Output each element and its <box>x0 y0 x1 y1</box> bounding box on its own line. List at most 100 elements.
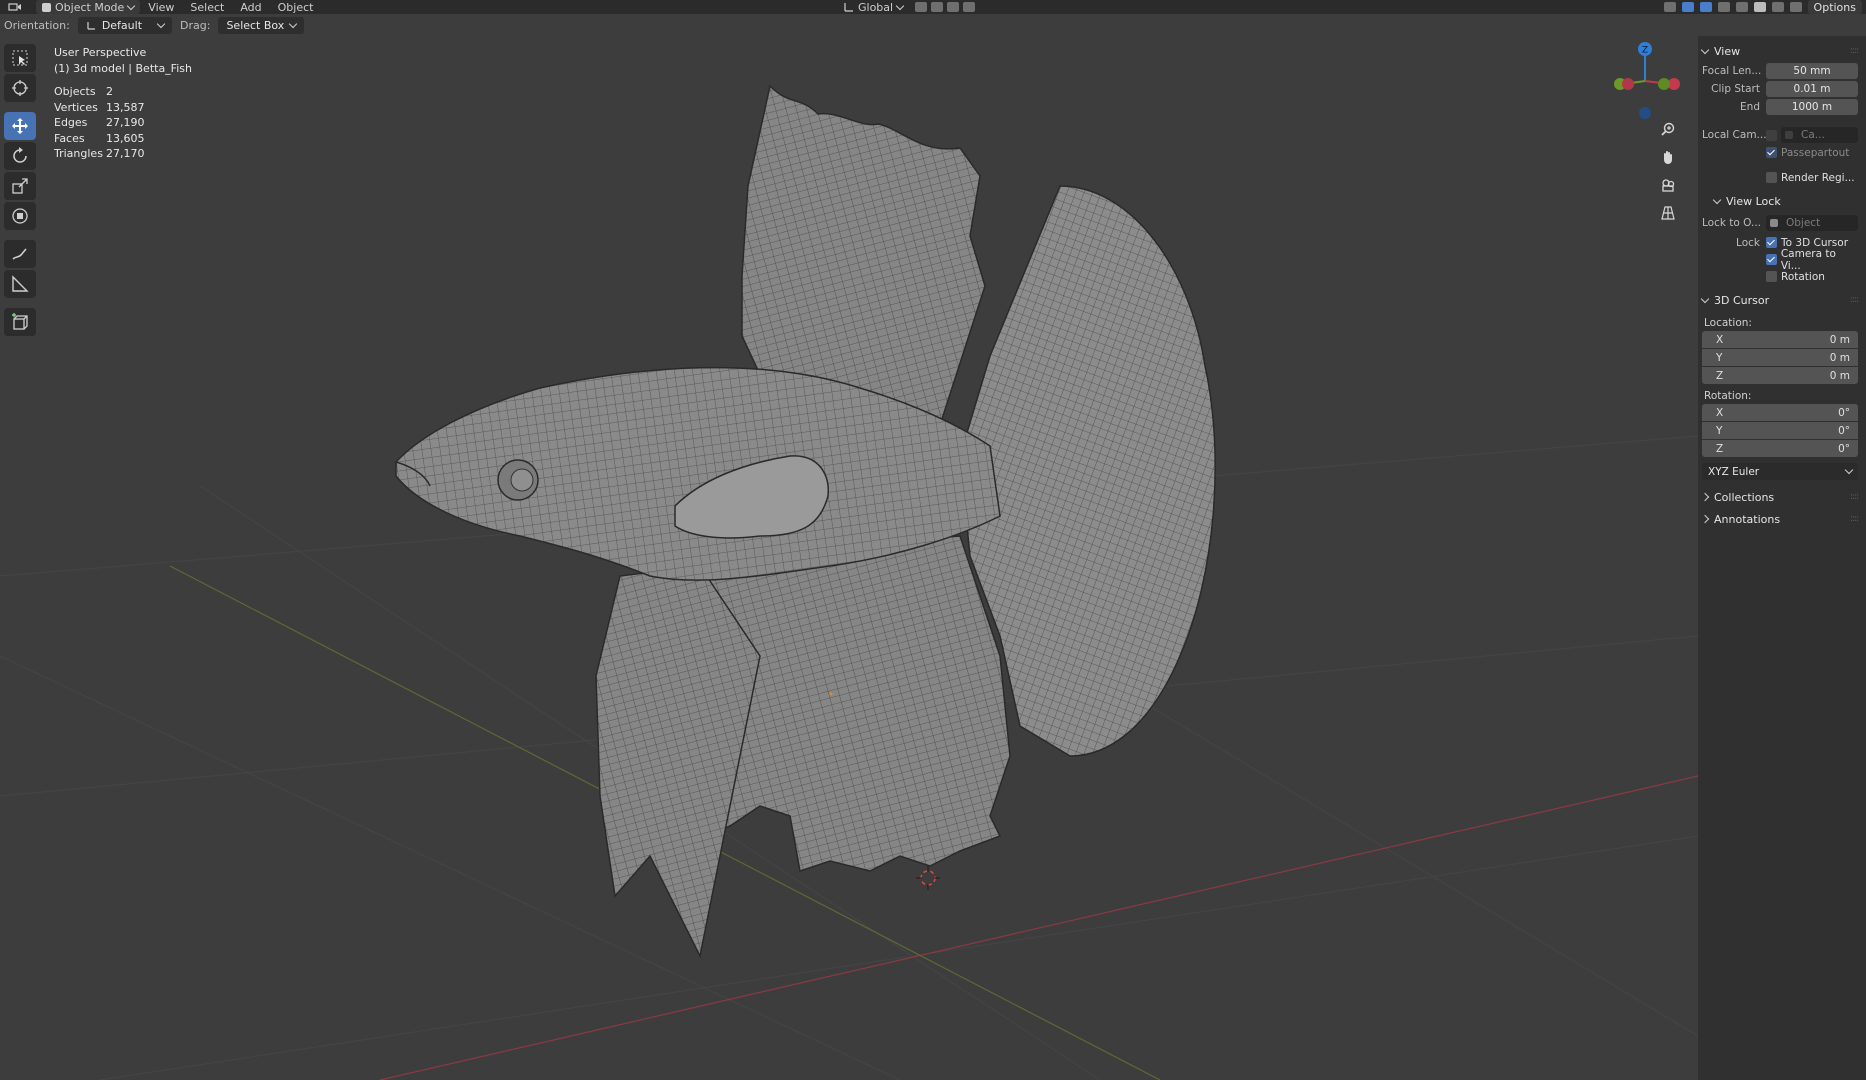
local-camera-row: Local Cam... Ca... <box>1702 126 1858 144</box>
visibility-icon[interactable] <box>1663 2 1676 12</box>
stat-value: 27,170 <box>106 147 145 160</box>
gizmo-toggle-icon[interactable] <box>1681 2 1694 12</box>
sidebar-n-panel: View :::: Focal Len... 50 mm Clip Start … <box>1698 36 1866 1080</box>
camera-to-view-row[interactable]: Camera to Vi... <box>1702 248 1858 272</box>
zoom-icon <box>1661 122 1675 136</box>
perspective-toggle-button[interactable] <box>1656 202 1680 224</box>
scale-tool[interactable] <box>4 172 36 200</box>
clip-end-field[interactable]: 1000 m <box>1766 99 1858 115</box>
location-label: Location: <box>1704 317 1752 329</box>
local-camera-checkbox[interactable] <box>1766 129 1777 141</box>
lock-to-object-placeholder: Object <box>1786 217 1821 229</box>
drag-handle-icon[interactable]: :::: <box>1850 492 1859 502</box>
cursor-rotation-x[interactable]: X 0° <box>1702 404 1858 421</box>
transform-orientation-select[interactable]: Global <box>836 0 911 14</box>
cursor-tool[interactable] <box>4 74 36 102</box>
clip-start-field[interactable]: 0.01 m <box>1766 81 1858 97</box>
header-bar: Object Mode View Select Add Object Globa… <box>0 0 1866 14</box>
menu-select[interactable]: Select <box>182 0 232 14</box>
orientation-label: Orientation: <box>4 18 70 32</box>
pan-button[interactable] <box>1656 146 1680 168</box>
gizmo-neg-x-handle[interactable] <box>1622 78 1634 90</box>
axis-label: X <box>1716 333 1724 346</box>
cursor-location-x[interactable]: X 0 m <box>1702 331 1858 348</box>
measure-tool[interactable] <box>4 270 36 298</box>
object-icon <box>1770 219 1778 227</box>
editor-type-icon <box>8 3 21 11</box>
local-camera-field[interactable]: Ca... <box>1781 127 1858 143</box>
stat-value: 13,587 <box>106 100 145 114</box>
move-icon <box>12 118 28 134</box>
lock-to-3d-cursor-checkbox[interactable] <box>1766 237 1777 248</box>
axis-label: X <box>1716 406 1724 419</box>
menu-add[interactable]: Add <box>232 0 269 14</box>
overlay-toggle-icon[interactable] <box>1699 2 1712 12</box>
annotate-tool[interactable] <box>4 240 36 268</box>
stat-objects: Objects 2 <box>54 84 192 100</box>
local-camera-value: Ca... <box>1801 129 1825 141</box>
add-cube-tool[interactable] <box>4 308 36 336</box>
stat-triangles: Triangles 27,170 <box>54 146 192 162</box>
snap-icon[interactable] <box>931 2 944 12</box>
passepartout-checkbox[interactable] <box>1766 147 1777 158</box>
axis-value: 0° <box>1838 442 1850 455</box>
pivot-icon[interactable] <box>915 2 928 12</box>
zoom-button[interactable] <box>1656 118 1680 140</box>
header-center-tools: Global <box>836 0 976 14</box>
navigation-gizmo[interactable]: Z <box>1600 40 1690 120</box>
select-box-tool[interactable] <box>4 44 36 72</box>
proportional-edit-icon[interactable] <box>963 2 976 12</box>
cursor-location-y[interactable]: Y 0 m <box>1702 349 1858 366</box>
lock-to-object-field[interactable]: Object <box>1766 215 1858 231</box>
orientation-select[interactable]: Default <box>77 16 173 34</box>
snap-target-icon[interactable] <box>947 2 960 12</box>
cursor-location-z[interactable]: Z 0 m <box>1702 367 1858 384</box>
options-button[interactable]: Options <box>1807 0 1862 14</box>
drag-handle-icon[interactable]: :::: <box>1850 46 1859 56</box>
lock-rotation-label: Rotation <box>1781 270 1825 283</box>
wireframe-shading-icon[interactable] <box>1735 2 1748 12</box>
gizmo-neg-z-handle[interactable] <box>1639 107 1651 119</box>
material-shading-icon[interactable] <box>1771 2 1784 12</box>
mode-select[interactable]: Object Mode <box>36 0 141 14</box>
collections-panel-header[interactable]: Collections :::: <box>1700 486 1859 508</box>
render-region-row[interactable]: Render Regi... <box>1702 169 1858 186</box>
3d-viewport[interactable]: User Perspective (1) 3d model | Betta_Fi… <box>0 36 1698 1080</box>
editor-type-button[interactable] <box>0 0 30 14</box>
rotation-mode-select[interactable]: XYZ Euler <box>1702 463 1858 480</box>
view-lock-title: View Lock <box>1726 194 1781 208</box>
drag-handle-icon[interactable]: :::: <box>1850 514 1859 524</box>
annotations-panel-header[interactable]: Annotations :::: <box>1700 508 1859 530</box>
gizmo-neg-y-handle[interactable] <box>1658 78 1670 90</box>
rendered-shading-icon[interactable] <box>1789 2 1802 12</box>
xray-icon[interactable] <box>1717 2 1730 12</box>
cursor-rotation-z[interactable]: Z 0° <box>1702 440 1858 457</box>
camera-view-button[interactable] <box>1656 174 1680 196</box>
render-region-label: Render Regi... <box>1781 171 1855 184</box>
move-tool[interactable] <box>4 112 36 140</box>
transform-icon <box>12 208 28 224</box>
drag-select[interactable]: Select Box <box>218 16 305 34</box>
3d-cursor-panel-title: 3D Cursor <box>1714 293 1770 307</box>
drag-handle-icon[interactable]: :::: <box>1850 295 1859 305</box>
active-object-line: (1) 3d model | Betta_Fish <box>54 61 192 75</box>
focal-length-label: Focal Len... <box>1702 65 1762 77</box>
view-lock-header[interactable]: View Lock <box>1702 190 1858 212</box>
solid-shading-icon[interactable] <box>1753 2 1766 12</box>
transform-tool[interactable] <box>4 202 36 230</box>
menu-object[interactable]: Object <box>270 0 322 14</box>
focal-length-field[interactable]: 50 mm <box>1766 63 1858 79</box>
lock-label: Lock <box>1736 236 1760 249</box>
stat-edges: Edges 27,190 <box>54 115 192 131</box>
rotate-tool[interactable] <box>4 142 36 170</box>
object-mode-icon <box>42 2 51 12</box>
cursor-rotation-y[interactable]: Y 0° <box>1702 422 1858 439</box>
camera-to-view-checkbox[interactable] <box>1766 254 1777 265</box>
menu-view[interactable]: View <box>140 0 182 14</box>
render-region-checkbox[interactable] <box>1766 172 1777 183</box>
orientation-value: Default <box>101 18 143 32</box>
3d-cursor-panel-header[interactable]: 3D Cursor :::: <box>1700 289 1859 311</box>
passepartout-row[interactable]: Passepartout <box>1702 144 1858 161</box>
lock-rotation-checkbox[interactable] <box>1766 271 1777 282</box>
view-panel-header[interactable]: View :::: <box>1700 40 1859 62</box>
